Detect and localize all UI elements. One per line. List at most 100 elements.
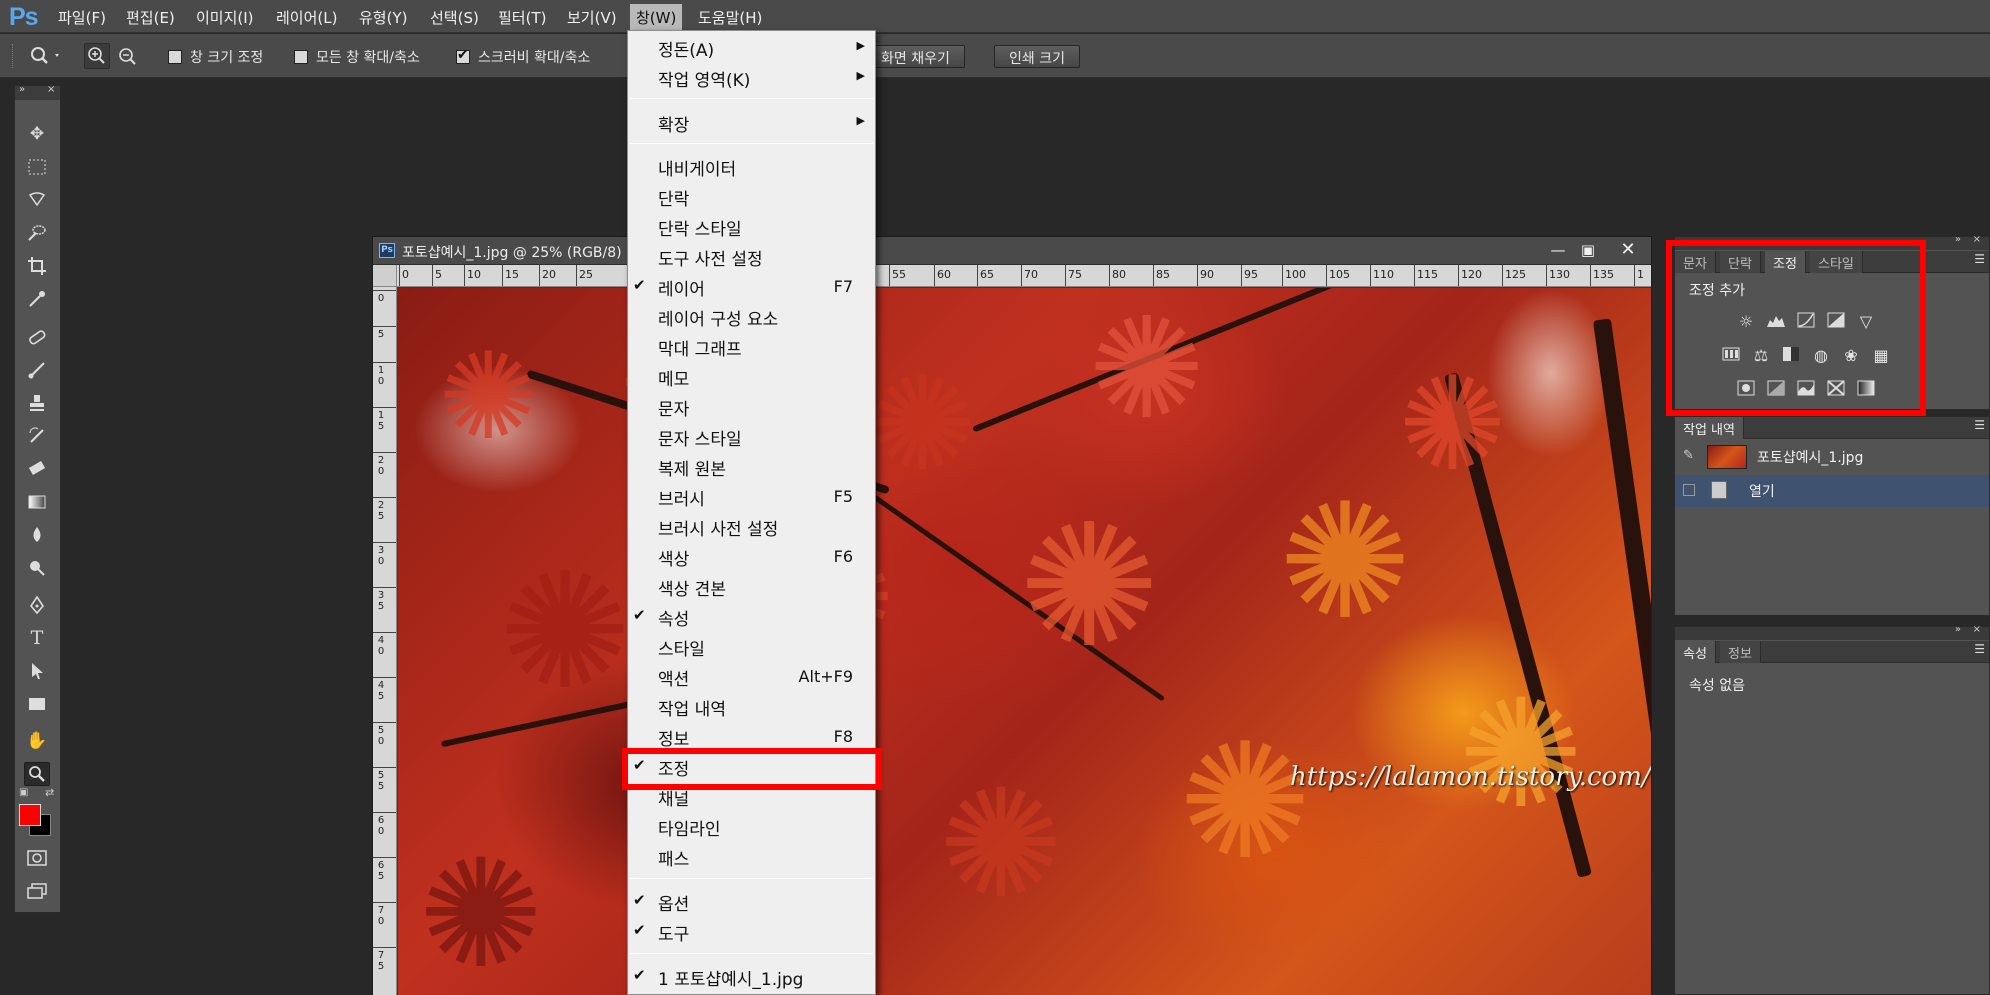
- collapse-icon[interactable]: »: [1955, 234, 1961, 245]
- close-icon[interactable]: ×: [1973, 624, 1981, 635]
- fill-screen-button[interactable]: 화면 채우기: [866, 45, 965, 68]
- panel-menu-icon[interactable]: ☰: [1974, 418, 1985, 432]
- menu-item-workspace[interactable]: 작업 영역(K) ▶: [628, 63, 875, 93]
- eraser-tool-icon[interactable]: [24, 457, 50, 481]
- menu-item-brush-presets[interactable]: 브러시 사전 설정: [628, 512, 875, 542]
- vertical-ruler[interactable]: 0 5 10 15 20 25 30 35 40 45 50 55 60 65 …: [373, 287, 397, 995]
- quick-select-tool-icon[interactable]: [24, 221, 50, 245]
- history-step-row[interactable]: 열기: [1675, 475, 1989, 507]
- zoom-tool-icon[interactable]: [24, 762, 50, 786]
- menu-item-paragraph-styles[interactable]: 단락 스타일: [628, 212, 875, 242]
- tab-history[interactable]: 작업 내역: [1675, 417, 1744, 439]
- zoom-tool-preset-icon[interactable]: [28, 45, 62, 71]
- menu-type[interactable]: 유형(Y): [359, 7, 407, 28]
- close-icon[interactable]: ×: [47, 84, 55, 95]
- menu-item-character[interactable]: 문자: [628, 392, 875, 422]
- menu-filter[interactable]: 필터(T): [498, 7, 546, 28]
- menu-select[interactable]: 선택(S): [430, 7, 479, 28]
- lasso-tool-icon[interactable]: [24, 188, 50, 212]
- menu-item-clone-source[interactable]: 복제 원본: [628, 452, 875, 482]
- ruler-origin[interactable]: [373, 265, 397, 287]
- menu-window[interactable]: 창(W): [630, 4, 683, 32]
- foreground-color-swatch[interactable]: [19, 804, 41, 826]
- maximize-icon[interactable]: ▣: [1573, 239, 1603, 261]
- close-document-icon[interactable]: ✕: [1613, 239, 1643, 261]
- menu-file[interactable]: 파일(F): [58, 7, 106, 28]
- print-size-button[interactable]: 인쇄 크기: [994, 45, 1080, 68]
- menu-item-actions[interactable]: 액션 Alt+F9: [628, 662, 875, 692]
- history-brush-tool-icon[interactable]: [24, 424, 50, 448]
- pen-tool-icon[interactable]: [24, 593, 50, 617]
- history-brush-source-icon[interactable]: ✎: [1683, 448, 1694, 463]
- menu-item-paths[interactable]: 패스: [628, 842, 875, 872]
- menu-item-brush[interactable]: 브러시 F5: [628, 482, 875, 512]
- resize-windows-checkbox[interactable]: 창 크기 조정: [168, 47, 263, 67]
- maple-leaf-shape: ✺: [1178, 708, 1313, 895]
- hand-tool-icon[interactable]: ✋: [24, 729, 50, 753]
- zoom-all-box[interactable]: [294, 50, 308, 64]
- history-brush-checkbox[interactable]: [1683, 484, 1695, 496]
- blur-tool-icon[interactable]: [24, 523, 50, 547]
- zoom-out-icon[interactable]: [116, 45, 140, 73]
- resize-windows-box[interactable]: [168, 50, 182, 64]
- scrubby-zoom-box[interactable]: [456, 47, 470, 64]
- path-select-tool-icon[interactable]: [24, 659, 50, 683]
- menu-item-notes[interactable]: 메모: [628, 362, 875, 392]
- menu-item-extensions[interactable]: 확장 ▶: [628, 108, 875, 138]
- tab-info[interactable]: 정보: [1720, 641, 1761, 663]
- menu-item-options[interactable]: ✔ 옵션: [628, 887, 875, 917]
- menu-item-layer-comps[interactable]: 레이어 구성 요소: [628, 302, 875, 332]
- screen-mode-icon[interactable]: [24, 879, 50, 903]
- document-title-bar[interactable]: Ps 포토샵예시_1.jpg @ 25% (RGB/8) — ▣ ✕: [373, 237, 1651, 265]
- menu-item-tools[interactable]: ✔ 도구: [628, 917, 875, 947]
- menu-item-swatches[interactable]: 색상 견본: [628, 572, 875, 602]
- menu-item-navigator[interactable]: 내비게이터: [628, 152, 875, 182]
- rectangle-tool-icon[interactable]: [24, 692, 50, 716]
- close-icon[interactable]: ×: [1973, 234, 1981, 245]
- scrubby-zoom-checkbox[interactable]: 스크러비 확대/축소: [456, 47, 590, 67]
- crop-tool-icon[interactable]: [24, 254, 50, 278]
- quick-mask-icon[interactable]: [24, 846, 50, 870]
- menu-item-arrange[interactable]: 정돈(A) ▶: [628, 33, 875, 63]
- menu-item-paragraph[interactable]: 단락: [628, 182, 875, 212]
- menu-item-color[interactable]: 색상 F6: [628, 542, 875, 572]
- tab-properties[interactable]: 속성: [1675, 641, 1716, 663]
- menu-help[interactable]: 도움말(H): [698, 7, 762, 28]
- zoom-in-icon[interactable]: [84, 43, 110, 69]
- gradient-tool-icon[interactable]: [24, 490, 50, 514]
- image-canvas[interactable]: ✺ ✺ ✺ ✺ ✺ ✺ ✺ ✺ ✺ ✺ ✺ ✺ ✺ ✺ https://lala…: [398, 288, 1651, 995]
- panel-menu-icon[interactable]: ☰: [1974, 642, 1985, 656]
- menu-layer[interactable]: 레이어(L): [276, 7, 337, 28]
- menu-image[interactable]: 이미지(I): [196, 7, 254, 28]
- menu-item-layers[interactable]: ✔ 레이어 F7: [628, 272, 875, 302]
- clone-stamp-tool-icon[interactable]: [24, 391, 50, 415]
- menu-item-histogram[interactable]: 막대 그래프: [628, 332, 875, 362]
- menu-item-history[interactable]: 작업 내역: [628, 692, 875, 722]
- zoom-all-checkbox[interactable]: 모든 창 확대/축소: [294, 47, 420, 67]
- brush-tool-icon[interactable]: [24, 358, 50, 382]
- marquee-tool-icon[interactable]: [24, 155, 50, 179]
- horizontal-ruler[interactable]: 0 5 10 15 20 25 55 60 65 70 75 80 85 90 …: [397, 265, 1651, 287]
- menu-view[interactable]: 보기(V): [567, 7, 617, 28]
- menu-item-open-document[interactable]: ✔ 1 포토샵예시_1.jpg: [628, 962, 875, 992]
- menu-item-timeline[interactable]: 타임라인: [628, 812, 875, 842]
- minimize-icon[interactable]: —: [1543, 239, 1573, 261]
- menu-item-tool-presets[interactable]: 도구 사전 설정: [628, 242, 875, 272]
- dodge-tool-icon[interactable]: [24, 556, 50, 580]
- type-tool-icon[interactable]: T: [24, 626, 50, 650]
- history-snapshot-row[interactable]: ✎ 포토샵예시_1.jpg: [1675, 441, 1989, 473]
- expand-icon[interactable]: »: [19, 84, 25, 95]
- default-colors-icon[interactable]: ▣: [19, 787, 28, 798]
- panel-menu-icon[interactable]: ☰: [1974, 252, 1985, 266]
- eyedropper-tool-icon[interactable]: [24, 287, 50, 311]
- menu-item-styles[interactable]: 스타일: [628, 632, 875, 662]
- swap-colors-icon[interactable]: ⇄: [45, 786, 54, 799]
- move-tool-icon[interactable]: ✥: [24, 122, 50, 146]
- menu-edit[interactable]: 편집(E): [126, 7, 175, 28]
- options-grip[interactable]: [12, 44, 15, 68]
- collapse-icon[interactable]: »: [1955, 624, 1961, 635]
- menu-separator: [630, 98, 873, 99]
- menu-item-character-styles[interactable]: 문자 스타일: [628, 422, 875, 452]
- healing-brush-tool-icon[interactable]: [24, 325, 50, 349]
- menu-item-properties[interactable]: ✔ 속성: [628, 602, 875, 632]
